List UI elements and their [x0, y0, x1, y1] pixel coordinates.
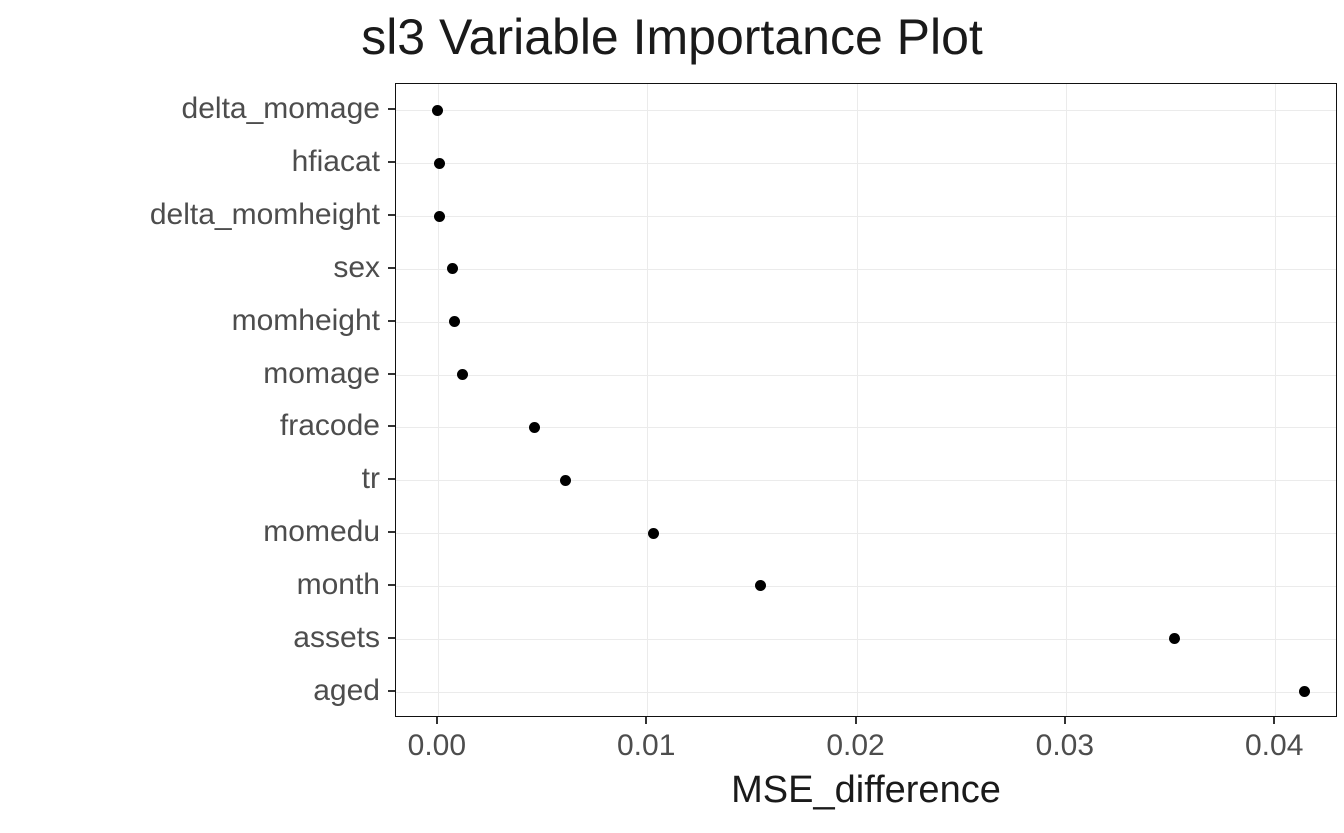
- x-axis-label: MSE_difference: [731, 769, 1001, 812]
- y-tick-label: delta_momheight: [150, 198, 380, 232]
- data-point: [432, 105, 443, 116]
- y-tick-label: momage: [263, 357, 380, 391]
- chart-title: sl3 Variable Importance Plot: [0, 8, 1344, 66]
- y-tick-label: month: [297, 568, 380, 602]
- x-tick: [645, 717, 647, 724]
- gridline-horizontal: [396, 480, 1336, 481]
- data-point: [434, 211, 445, 222]
- y-tick: [388, 637, 395, 639]
- y-tick: [388, 214, 395, 216]
- gridline-horizontal: [396, 269, 1336, 270]
- x-tick-label: 0.02: [826, 729, 884, 763]
- y-tick-label: tr: [362, 462, 380, 496]
- y-tick: [388, 373, 395, 375]
- y-tick: [388, 531, 395, 533]
- data-point: [457, 369, 468, 380]
- y-tick-label: hfiacat: [292, 145, 380, 179]
- y-tick-label: momedu: [263, 515, 380, 549]
- y-tick: [388, 161, 395, 163]
- gridline-horizontal: [396, 110, 1336, 111]
- gridline-horizontal: [396, 692, 1336, 693]
- gridline-horizontal: [396, 586, 1336, 587]
- x-tick: [1064, 717, 1066, 724]
- gridline-vertical: [1066, 84, 1067, 716]
- data-point: [1169, 633, 1180, 644]
- data-point: [755, 580, 766, 591]
- data-point: [449, 316, 460, 327]
- gridline-horizontal: [396, 216, 1336, 217]
- gridline-vertical: [647, 84, 648, 716]
- y-tick-label: fracode: [280, 409, 380, 443]
- gridline-horizontal: [396, 639, 1336, 640]
- gridline-horizontal: [396, 322, 1336, 323]
- data-point: [529, 422, 540, 433]
- data-point: [447, 263, 458, 274]
- x-tick-label: 0.03: [1036, 729, 1094, 763]
- x-tick: [1273, 717, 1275, 724]
- y-tick-label: delta_momage: [182, 92, 380, 126]
- data-point: [560, 475, 571, 486]
- gridline-vertical: [1275, 84, 1276, 716]
- y-tick-label: sex: [333, 251, 380, 285]
- y-tick: [388, 690, 395, 692]
- y-tick: [388, 584, 395, 586]
- data-point: [1299, 686, 1310, 697]
- y-tick: [388, 320, 395, 322]
- y-tick-label: momheight: [232, 304, 380, 338]
- x-tick: [855, 717, 857, 724]
- gridline-vertical: [857, 84, 858, 716]
- plot-panel: [395, 83, 1337, 717]
- x-tick: [436, 717, 438, 724]
- y-tick: [388, 425, 395, 427]
- y-tick-label: assets: [293, 621, 380, 655]
- x-tick-label: 0.00: [408, 729, 466, 763]
- gridline-horizontal: [396, 375, 1336, 376]
- data-point: [434, 158, 445, 169]
- data-point: [648, 528, 659, 539]
- y-tick: [388, 108, 395, 110]
- gridline-vertical: [438, 84, 439, 716]
- y-tick: [388, 267, 395, 269]
- y-tick: [388, 478, 395, 480]
- x-tick-label: 0.04: [1245, 729, 1303, 763]
- y-tick-label: aged: [313, 674, 380, 708]
- variable-importance-chart: sl3 Variable Importance Plot delta_momag…: [0, 0, 1344, 833]
- x-tick-label: 0.01: [617, 729, 675, 763]
- gridline-horizontal: [396, 533, 1336, 534]
- gridline-horizontal: [396, 163, 1336, 164]
